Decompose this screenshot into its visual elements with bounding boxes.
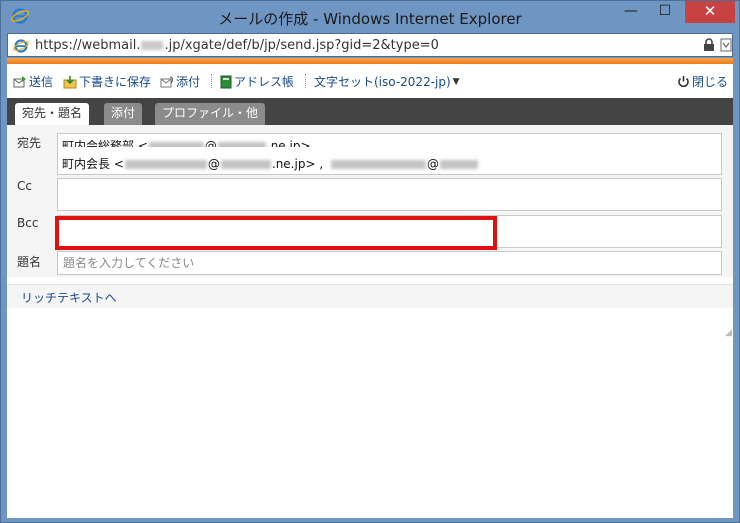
chevron-down-icon: ▼ <box>452 76 460 87</box>
redacted-email-user <box>148 142 204 147</box>
email-at: @ <box>207 157 220 171</box>
close-label: 閉じる <box>692 75 729 89</box>
charset-dropdown[interactable]: 文字セット(iso-2022-jp) ▼ <box>314 73 460 90</box>
attach-label: 添付 <box>176 75 201 89</box>
address-book-label: アドレス帳 <box>234 75 295 89</box>
save-draft-button[interactable]: 下書きに保存 <box>63 73 151 90</box>
tab-recipients-subject[interactable]: 宛先・題名 <box>15 103 90 125</box>
compose-form: 宛先 町内会総務部 < @ .ne.jp> 町内会長 < @ .ne.jp> , @ C… <box>7 125 733 277</box>
attach-button[interactable]: 添付 <box>160 73 200 90</box>
title-bar: メールの作成 - Windows Internet Explorer — ☐ ✕ <box>1 1 739 33</box>
redacted-email-domain <box>217 142 266 147</box>
address-url[interactable]: https://webmail. .jp/xgate/def/b/jp/send.… <box>35 38 439 53</box>
save-draft-icon <box>63 75 77 88</box>
email-at: @ <box>426 157 439 171</box>
recipient-name: 町内会総務部 < <box>62 139 148 147</box>
close-window-button[interactable]: ✕ <box>685 1 735 23</box>
annotation-highlight-box <box>55 216 497 250</box>
redacted-domain <box>141 41 164 50</box>
email-at: @ <box>204 139 217 147</box>
maximize-button[interactable]: ☐ <box>649 1 681 23</box>
paperclip-icon <box>160 76 173 87</box>
redacted-email-domain <box>439 160 478 169</box>
tab-bar: 宛先・題名 添付 プロファイル・他 <box>7 98 733 125</box>
save-draft-label: 下書きに保存 <box>79 75 152 89</box>
richtext-bar: リッチテキストへ <box>7 284 733 308</box>
tab-profile-other[interactable]: プロファイル・他 <box>155 103 266 125</box>
subject-label: 題名 <box>17 255 42 269</box>
charset-label: 文字セット(iso-2022-jp) <box>314 75 451 89</box>
toolbar-divider <box>211 74 212 88</box>
compose-toolbar: 送信 下書きに保存 添付 アドレス帳 文字セット(iso-2022-jp) ▼ … <box>7 68 733 94</box>
resize-handle-icon[interactable]: ◢ <box>725 328 732 338</box>
to-field[interactable]: 町内会総務部 < @ .ne.jp> 町内会長 < @ .ne.jp> , @ <box>57 133 722 175</box>
bcc-label: Bcc <box>17 216 39 230</box>
redacted-email-domain <box>220 160 271 169</box>
to-recipient-line-2: 町内会長 < @ .ne.jp> , @ <box>62 155 479 172</box>
to-recipient-line-1: 町内会総務部 < @ .ne.jp> <box>62 137 311 147</box>
address-bar[interactable]: https://webmail. .jp/xgate/def/b/jp/send.… <box>7 33 733 57</box>
send-icon <box>13 75 26 87</box>
cc-label: Cc <box>17 179 32 193</box>
compatibility-view-icon[interactable] <box>720 38 732 52</box>
email-domain: .ne.jp> <box>266 139 311 147</box>
recipient-name: 町内会長 < <box>62 157 124 171</box>
browser-window: メールの作成 - Windows Internet Explorer — ☐ ✕… <box>0 0 740 523</box>
address-book-button[interactable]: アドレス帳 <box>220 73 294 90</box>
url-prefix: https://webmail. <box>35 38 141 53</box>
tab-attachments[interactable]: 添付 <box>104 103 143 125</box>
ie-page-icon <box>13 39 29 53</box>
minimize-button[interactable]: — <box>615 1 647 23</box>
webmail-page: 送信 下書きに保存 添付 アドレス帳 文字セット(iso-2022-jp) ▼ … <box>7 58 733 518</box>
email-domain: .ne.jp> , <box>271 157 324 171</box>
toolbar-divider <box>305 74 306 88</box>
header-accent-bar <box>7 58 733 64</box>
cc-field[interactable] <box>57 178 722 211</box>
subject-input[interactable] <box>57 251 722 275</box>
send-button[interactable]: 送信 <box>13 73 53 90</box>
power-icon <box>678 76 689 88</box>
redacted-email-user <box>124 160 207 169</box>
url-suffix: .jp/xgate/def/b/jp/send.jsp?gid=2&type=0 <box>164 38 439 53</box>
redacted-email-user <box>330 160 426 169</box>
lock-icon[interactable] <box>703 38 715 52</box>
to-label: 宛先 <box>17 136 42 150</box>
send-label: 送信 <box>29 75 54 89</box>
message-body[interactable] <box>7 308 723 518</box>
close-button[interactable]: 閉じる <box>677 73 728 90</box>
address-book-icon <box>220 75 232 88</box>
richtext-link[interactable]: リッチテキストへ <box>21 289 117 306</box>
